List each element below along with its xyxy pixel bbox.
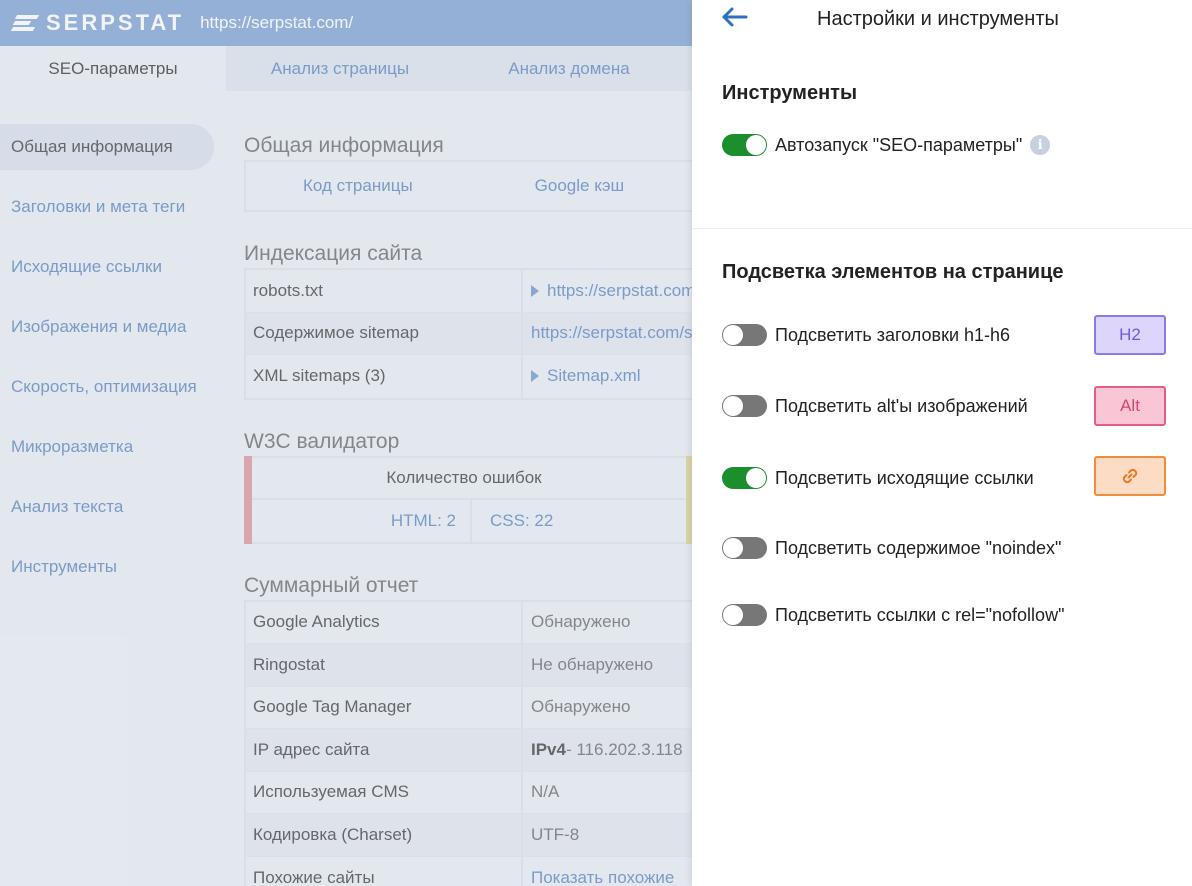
table-row: Содержимое sitemap https://serpstat.com/…	[246, 312, 692, 355]
highlight-alt-option: Подсветить alt'ы изображений Alt	[692, 386, 1192, 426]
table-row: Google Tag Manager Обнаружено	[246, 686, 692, 729]
w3c-validator-box: Количество ошибок HTML: 2 CSS: 22	[244, 455, 692, 544]
settings-title: Настройки и инструменты	[817, 8, 1059, 30]
sidebar-item-headings-meta[interactable]: Заголовки и мета теги	[0, 184, 224, 230]
highlight-nofollow-toggle[interactable]	[722, 604, 767, 626]
summary-table: Google Analytics Обнаружено Ringostat Не…	[244, 599, 692, 886]
table-row: robots.txt https://serpstat.com/robots.t…	[246, 270, 692, 313]
highlight-headings-option: Подсветить заголовки h1-h6 H2	[692, 315, 1192, 355]
serpstat-logo-icon	[10, 13, 40, 33]
sidebar-item-general-info[interactable]: Общая информация	[0, 124, 214, 170]
settings-panel: Настройки и инструменты Инструменты Авто…	[692, 0, 1192, 886]
link-badge	[1094, 456, 1166, 496]
settings-header: Настройки и инструменты	[692, 0, 1192, 38]
table-row: IP адрес сайта IPv4 - 116.202.3.118	[246, 729, 692, 772]
table-row: Похожие сайты Показать похожие	[246, 856, 692, 886]
sidebar-item-images-media[interactable]: Изображения и медиа	[0, 304, 224, 350]
highlight-alt-toggle[interactable]	[722, 395, 767, 417]
page-source-link[interactable]: Код страницы	[303, 176, 413, 196]
table-row: Используемая CMS N/A	[246, 771, 692, 814]
info-icon[interactable]: i	[1030, 135, 1051, 155]
highlight-links-option: Подсветить исходящие ссылки	[692, 456, 1192, 496]
tab-seo-params[interactable]: SEO-параметры	[0, 46, 226, 91]
tab-domain-analysis[interactable]: Анализ домена	[454, 46, 684, 91]
general-links-box: Код страницы Google кэш	[244, 160, 692, 212]
sidebar-item-tools[interactable]: Инструменты	[0, 544, 224, 590]
table-row: Ringostat Не обнаружено	[246, 644, 692, 687]
tools-title: Инструменты	[722, 82, 858, 104]
highlight-noindex-toggle[interactable]	[722, 537, 767, 559]
table-row: XML sitemaps (3) Sitemap.xml	[246, 355, 692, 398]
main-tabs: SEO-параметры Анализ страницы Анализ дом…	[0, 46, 692, 91]
highlight-nofollow-option: Подсветить ссылки с rel="nofollow"	[692, 604, 1192, 626]
section-title-summary: Суммарный отчет	[244, 573, 419, 597]
expand-arrow-icon[interactable]	[531, 370, 539, 383]
highlight-title: Подсветка элементов на странице	[722, 261, 1064, 283]
highlight-group: Подсветка элементов на странице Подсвети…	[692, 229, 1192, 626]
w3c-css-errors-link[interactable]: CSS: 22	[472, 500, 553, 542]
w3c-errors-header: Количество ошибок	[246, 458, 692, 500]
robots-link[interactable]: https://serpstat.com/robots.txt	[523, 270, 692, 312]
section-title-w3c: W3C валидатор	[244, 429, 400, 453]
table-row: Google Analytics Обнаружено	[246, 601, 692, 644]
w3c-html-errors-link[interactable]: HTML: 2	[246, 499, 472, 542]
autostart-option: Автозапуск "SEO-параметры" i	[692, 134, 1192, 156]
alt-badge: Alt	[1094, 386, 1166, 426]
expand-arrow-icon[interactable]	[531, 284, 539, 297]
sidebar-nav: Общая информация Заголовки и мета теги И…	[0, 124, 224, 604]
show-similar-link[interactable]: Показать похожие	[523, 857, 692, 886]
google-cache-link[interactable]: Google кэш	[535, 176, 624, 196]
row-label: XML sitemaps (3)	[246, 355, 523, 398]
highlight-headings-toggle[interactable]	[722, 324, 767, 346]
logo-text: SERPSTAT	[46, 10, 185, 35]
highlight-links-toggle[interactable]	[722, 467, 767, 489]
sidebar-item-outgoing-links[interactable]: Исходящие ссылки	[0, 244, 224, 290]
sidebar-item-microdata[interactable]: Микроразметка	[0, 424, 224, 470]
sidebar-item-speed[interactable]: Скорость, оптимизация	[0, 364, 224, 410]
main-content: Общая информация Код страницы Google кэш…	[244, 124, 692, 886]
back-arrow-icon[interactable]	[720, 4, 750, 30]
highlight-noindex-option: Подсветить содержимое "noindex"	[692, 537, 1192, 559]
row-label: Содержимое sitemap	[246, 312, 523, 354]
section-title-general: Общая информация	[244, 134, 444, 157]
serpstat-extension-panel: SERPSTAT https://serpstat.com/ SEO-парам…	[0, 0, 692, 886]
row-label: robots.txt	[246, 270, 523, 312]
w3c-error-marker	[244, 455, 252, 544]
site-url: https://serpstat.com/	[200, 13, 354, 32]
xml-sitemaps-link[interactable]: Sitemap.xml	[523, 355, 692, 398]
sitemap-link[interactable]: https://serpstat.com/sitemap.xml	[523, 313, 692, 355]
table-row: Кодировка (Charset) UTF-8	[246, 814, 692, 857]
sidebar-item-text-analysis[interactable]: Анализ текста	[0, 484, 224, 530]
h2-badge: H2	[1094, 315, 1166, 355]
autostart-toggle[interactable]	[722, 134, 767, 156]
section-title-indexing: Индексация сайта	[244, 242, 423, 265]
link-icon	[1122, 468, 1138, 484]
tools-group: Инструменты Автозапуск "SEO-параметры" i	[692, 38, 1192, 229]
tab-page-analysis[interactable]: Анализ страницы	[226, 46, 454, 91]
ip-address-value: IPv4 - 116.202.3.118	[531, 739, 683, 759]
indexing-table: robots.txt https://serpstat.com/robots.t…	[244, 268, 692, 400]
top-bar: SERPSTAT https://serpstat.com/	[0, 0, 692, 46]
serpstat-logo[interactable]: SERPSTAT	[10, 10, 185, 36]
autostart-label: Автозапуск "SEO-параметры"	[775, 134, 1023, 155]
